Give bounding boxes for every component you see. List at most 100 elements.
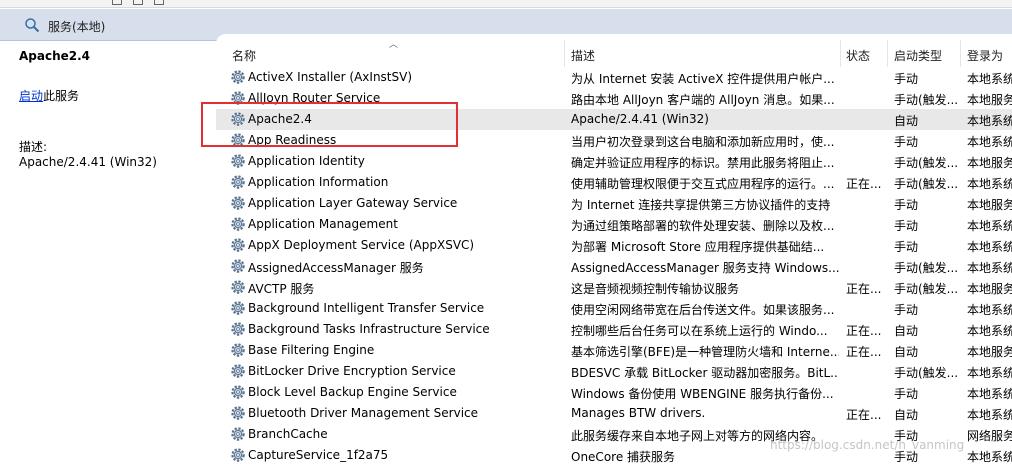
service-row[interactable]: App Readiness 当用户初次登录到这台电脑和添加新应用时，使... 手动 本… <box>216 130 1012 151</box>
service-status: 正在... <box>846 282 882 296</box>
service-row[interactable]: Application Identity 确定并验证应用程序的标识。禁用此服务将阻… <box>216 151 1012 172</box>
service-description: 控制哪些后台任务可以在系统上运行的 Windo... <box>571 324 828 338</box>
service-name: AssignedAccessManager 服务 <box>248 261 424 275</box>
service-row[interactable]: AssignedAccessManager 服务 AssignedAccessMa… <box>216 256 1012 277</box>
service-row[interactable]: Apache2.4 Apache/2.4.41 (Win32) 自动 本地系统 <box>216 109 1012 130</box>
service-gear-icon <box>231 448 245 462</box>
service-startup-type: 手动 <box>894 387 919 401</box>
service-gear-icon <box>231 196 245 210</box>
column-name[interactable]: 名称 <box>232 47 256 64</box>
service-gear-icon <box>231 406 245 420</box>
service-gear-icon <box>231 217 245 231</box>
start-service-link[interactable]: 启动 <box>19 89 43 103</box>
service-name: Base Filtering Engine <box>248 343 375 357</box>
service-gear-icon <box>231 238 245 252</box>
service-row[interactable]: CaptureService_1f2a75 OneCore 捕获服务 手动 本地系统 <box>216 445 1012 465</box>
service-startup-type: 手动 <box>894 135 919 149</box>
service-row[interactable]: AVCTP 服务 这是音频视频控制传输协议服务 正在... 手动(触发... 本地服务 <box>216 277 1012 298</box>
service-row[interactable]: Base Filtering Engine 基本筛选引擎(BFE)是一种管理防火墙… <box>216 340 1012 361</box>
details-pane: Apache2.4 启动此服务 描述: Apache/2.4.41 (Win32… <box>0 42 216 465</box>
service-row[interactable]: AllJoyn Router Service 路由本地 AllJoyn 客户端的 … <box>216 88 1012 109</box>
service-row[interactable]: Block Level Backup Engine Service Windows… <box>216 382 1012 403</box>
toolbar-button-icon[interactable] <box>112 0 122 5</box>
service-description: 此服务缓存来自本地子网上对等方的网络内容。 <box>571 429 824 443</box>
service-name: ActiveX Installer (AxInstSV) <box>248 70 413 84</box>
service-startup-type: 手动(触发... <box>894 93 959 107</box>
column-divider[interactable] <box>887 40 888 67</box>
service-description: 为 Internet 连接共享提供第三方协议插件的支持 <box>571 198 831 212</box>
service-startup-type: 自动 <box>894 345 919 359</box>
service-row[interactable]: Application Information 使用辅助管理权限便于交互式应用程序… <box>216 172 1012 193</box>
service-description: Windows 备份使用 WBENGINE 服务执行备份... <box>571 387 834 401</box>
column-divider[interactable] <box>960 40 961 67</box>
service-name: Background Intelligent Transfer Service <box>248 301 485 315</box>
service-row[interactable]: Bluetooth Driver Management Service Manag… <box>216 403 1012 424</box>
service-startup-type: 手动(触发... <box>894 156 959 170</box>
toolbar-button-icon[interactable] <box>133 0 143 5</box>
service-startup-type: 自动 <box>894 114 919 128</box>
service-description: Manages BTW drivers. <box>571 406 706 420</box>
column-divider[interactable] <box>564 40 565 67</box>
service-row[interactable]: Background Tasks Infrastructure Service 控… <box>216 319 1012 340</box>
description-value: Apache/2.4.41 (Win32) <box>19 155 157 169</box>
service-startup-type: 自动 <box>894 324 919 338</box>
service-startup-type: 手动 <box>894 198 919 212</box>
service-logon-as: 本地服务 <box>967 93 1012 107</box>
service-row[interactable]: Application Management 为通过组策略部署的软件处理安装、删除… <box>216 214 1012 235</box>
service-row[interactable]: Application Layer Gateway Service 为 Inter… <box>216 193 1012 214</box>
column-divider[interactable] <box>840 40 841 67</box>
service-logon-as: 本地服务 <box>967 156 1012 170</box>
service-gear-icon <box>231 280 245 294</box>
service-logon-as: 本地系统 <box>967 72 1012 86</box>
service-name: AVCTP 服务 <box>248 282 315 296</box>
service-description: 这是音频视频控制传输协议服务 <box>571 282 740 296</box>
service-status: 正在... <box>846 177 882 191</box>
column-logon-as[interactable]: 登录为 <box>967 47 1003 64</box>
service-gear-icon <box>231 259 245 273</box>
service-name: Block Level Backup Engine Service <box>248 385 457 399</box>
service-name: AllJoyn Router Service <box>248 91 381 105</box>
service-startup-type: 手动 <box>894 72 919 86</box>
service-name: App Readiness <box>248 133 337 147</box>
service-row[interactable]: BitLocker Drive Encryption Service BDESVC… <box>216 361 1012 382</box>
service-row[interactable]: Background Intelligent Transfer Service 使… <box>216 298 1012 319</box>
service-row[interactable]: AppX Deployment Service (AppXSVC) 为部署 Mic… <box>216 235 1012 256</box>
pane-title: 服务(本地) <box>48 20 106 34</box>
column-description[interactable]: 描述 <box>571 47 595 64</box>
service-description: 当用户初次登录到这台电脑和添加新应用时，使... <box>571 135 835 149</box>
service-startup-type: 手动(触发... <box>894 177 959 191</box>
service-logon-as: 本地系统 <box>967 450 1012 464</box>
service-name: Bluetooth Driver Management Service <box>248 406 479 420</box>
service-logon-as: 本地服务 <box>967 345 1012 359</box>
service-gear-icon <box>231 70 245 84</box>
services-list: 名称 ︿ 描述 状态 启动类型 登录为 ActiveX Installer (A… <box>216 34 1012 465</box>
column-status[interactable]: 状态 <box>846 47 870 64</box>
service-logon-as: 本地系统 <box>967 240 1012 254</box>
service-logon-as: 本地系统 <box>967 114 1012 128</box>
service-description: 确定并验证应用程序的标识。禁用此服务将阻止... <box>571 156 835 170</box>
service-row[interactable]: ActiveX Installer (AxInstSV) 为从 Internet … <box>216 67 1012 88</box>
service-gear-icon <box>231 133 245 147</box>
service-startup-type: 手动 <box>894 303 919 317</box>
service-gear-icon <box>231 301 245 315</box>
service-startup-type: 手动 <box>894 429 919 443</box>
service-description: 为通过组策略部署的软件处理安装、删除以及枚... <box>571 219 835 233</box>
sort-ascending-icon: ︿ <box>389 40 399 50</box>
start-service-suffix: 此服务 <box>43 89 80 103</box>
service-description: AssignedAccessManager 服务支持 Windows... <box>571 261 839 275</box>
service-name: CaptureService_1f2a75 <box>248 448 389 462</box>
toolbar-button-icon[interactable] <box>154 0 164 5</box>
service-gear-icon <box>231 154 245 168</box>
service-logon-as: 本地系统 <box>967 303 1012 317</box>
service-description: 为从 Internet 安装 ActiveX 控件提供用户帐户... <box>571 72 835 86</box>
service-startup-type: 手动(触发... <box>894 282 959 296</box>
service-row[interactable]: BranchCache 此服务缓存来自本地子网上对等方的网络内容。 手动 网络服务 <box>216 424 1012 445</box>
service-status: 正在... <box>846 324 882 338</box>
service-gear-icon <box>231 322 245 336</box>
service-logon-as: 本地服务 <box>967 198 1012 212</box>
service-logon-as: 本地系统 <box>967 177 1012 191</box>
column-startup-type[interactable]: 启动类型 <box>894 47 942 64</box>
service-status: 正在... <box>846 345 882 359</box>
service-startup-type: 手动(触发... <box>894 366 959 380</box>
service-gear-icon <box>231 427 245 441</box>
